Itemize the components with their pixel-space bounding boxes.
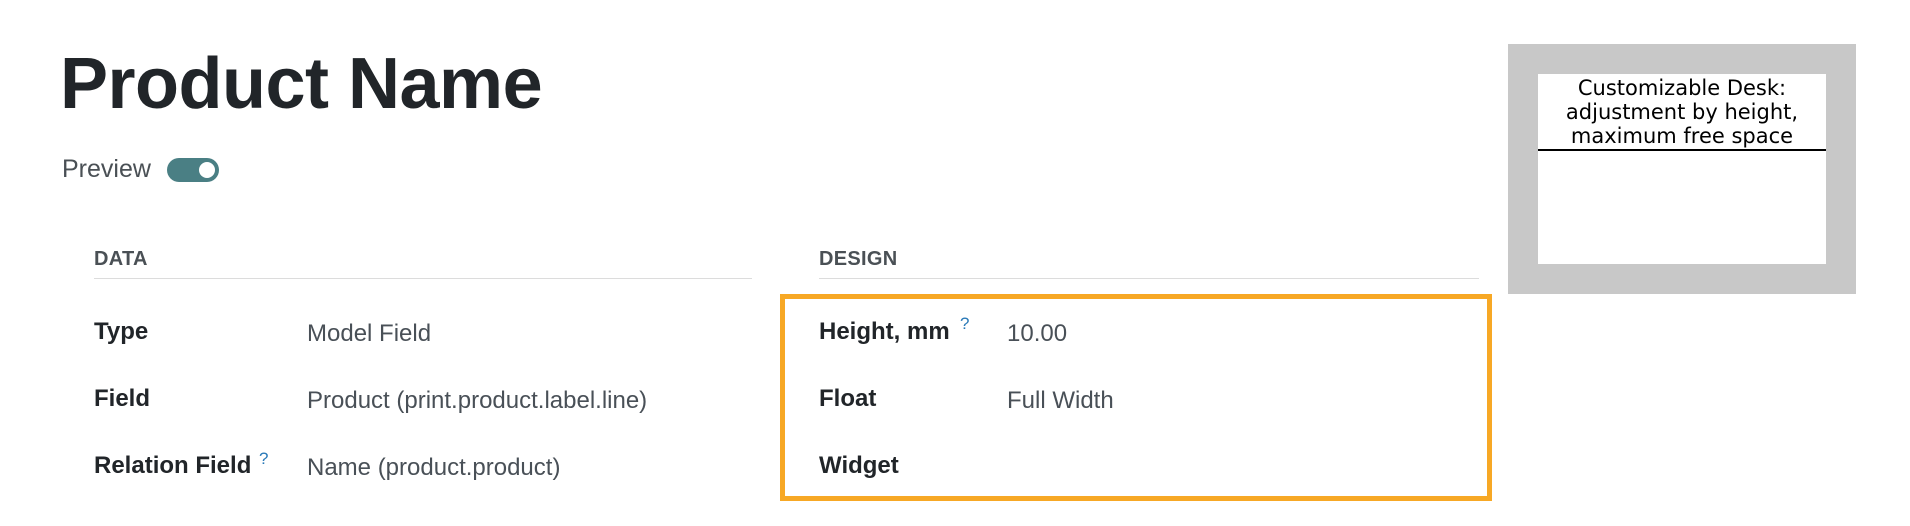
- relation-field-label: Relation Field: [94, 452, 252, 479]
- height-label: Height, mm: [819, 318, 950, 345]
- height-value[interactable]: 10.00: [1007, 320, 1067, 348]
- design-section-divider: [819, 278, 1479, 279]
- float-label: Float: [819, 385, 877, 412]
- relation-field-help-icon[interactable]: ?: [259, 449, 268, 469]
- label-preview-text: Customizable Desk: adjustment by height,…: [1538, 76, 1826, 151]
- preview-label: Preview: [62, 155, 151, 183]
- label-preview-sheet: Customizable Desk: adjustment by height,…: [1538, 74, 1826, 264]
- field-value[interactable]: Product (print.product.label.line): [307, 387, 647, 415]
- design-section-heading: DESIGN: [819, 248, 898, 270]
- field-label: Field: [94, 385, 151, 412]
- data-section-divider: [94, 278, 752, 279]
- widget-label: Widget: [819, 452, 899, 479]
- type-label: Type: [94, 318, 149, 345]
- label-field-editor: Product Name Preview DATA Type Model Fie…: [0, 0, 1910, 526]
- height-help-icon[interactable]: ?: [960, 314, 969, 334]
- page-title: Product Name: [60, 44, 543, 124]
- data-section-heading: DATA: [94, 248, 148, 270]
- float-value[interactable]: Full Width: [1007, 387, 1114, 415]
- label-preview: Customizable Desk: adjustment by height,…: [1508, 44, 1856, 294]
- toggle-knob: [198, 161, 215, 178]
- preview-control: Preview: [62, 155, 219, 184]
- preview-toggle[interactable]: [166, 157, 219, 182]
- type-value[interactable]: Model Field: [307, 320, 431, 348]
- relation-field-value[interactable]: Name (product.product): [307, 454, 560, 482]
